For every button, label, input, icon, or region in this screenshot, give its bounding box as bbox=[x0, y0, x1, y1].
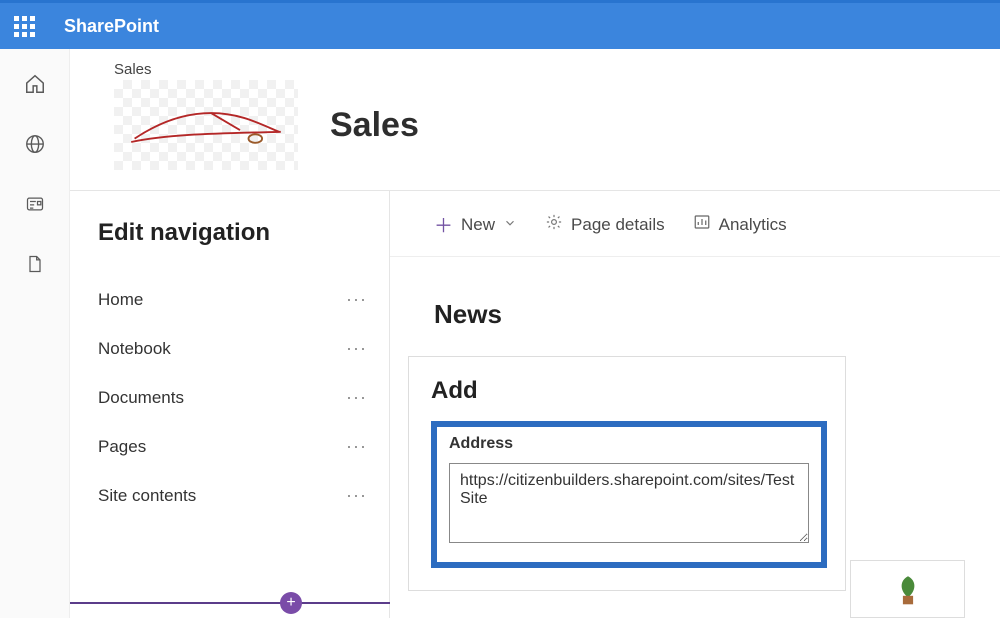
address-input[interactable] bbox=[449, 463, 809, 543]
add-card-title: Add bbox=[431, 377, 827, 405]
nav-insert-line bbox=[70, 602, 390, 604]
nav-panel-title: Edit navigation bbox=[98, 219, 367, 247]
command-bar: ＋ New Page details bbox=[390, 211, 1000, 257]
plus-icon: ＋ bbox=[434, 211, 453, 238]
nav-item-notebook[interactable]: Notebook ··· bbox=[98, 324, 367, 373]
news-card-placeholder bbox=[850, 560, 965, 618]
new-label: New bbox=[461, 215, 495, 235]
nav-item-pages[interactable]: Pages ··· bbox=[98, 422, 367, 471]
ellipsis-icon[interactable]: ··· bbox=[346, 485, 367, 506]
edit-navigation-panel: Edit navigation Home ··· Notebook ··· Do… bbox=[70, 191, 390, 618]
ellipsis-icon[interactable]: ··· bbox=[346, 338, 367, 359]
app-name-label[interactable]: SharePoint bbox=[64, 16, 159, 37]
analytics-label: Analytics bbox=[719, 215, 787, 235]
plant-icon bbox=[891, 572, 925, 606]
site-header: Sales Sales bbox=[70, 49, 1000, 191]
page-details-button[interactable]: Page details bbox=[545, 213, 665, 236]
chart-icon bbox=[693, 213, 711, 236]
site-title: Sales bbox=[330, 106, 419, 145]
nav-item-label: Pages bbox=[98, 437, 146, 457]
plus-icon: + bbox=[286, 595, 295, 611]
nav-item-label: Notebook bbox=[98, 339, 171, 359]
suite-header: SharePoint bbox=[0, 0, 1000, 49]
news-heading: News bbox=[390, 257, 1000, 356]
page-area: ＋ New Page details bbox=[390, 191, 1000, 618]
news-icon[interactable] bbox=[24, 193, 46, 215]
nav-item-label: Site contents bbox=[98, 486, 196, 506]
globe-icon[interactable] bbox=[24, 133, 46, 155]
page-details-label: Page details bbox=[571, 215, 665, 235]
add-nav-item-button[interactable]: + bbox=[280, 592, 302, 614]
app-launcher-button[interactable] bbox=[0, 3, 48, 49]
ellipsis-icon[interactable]: ··· bbox=[346, 436, 367, 457]
nav-item-home[interactable]: Home ··· bbox=[98, 275, 367, 324]
app-rail bbox=[0, 49, 70, 618]
analytics-button[interactable]: Analytics bbox=[693, 213, 787, 236]
waffle-icon bbox=[14, 16, 35, 37]
file-icon[interactable] bbox=[24, 253, 46, 275]
ellipsis-icon[interactable]: ··· bbox=[346, 387, 367, 408]
address-label: Address bbox=[449, 435, 809, 453]
site-logo[interactable] bbox=[114, 80, 298, 170]
nav-item-site-contents[interactable]: Site contents ··· bbox=[98, 471, 367, 520]
nav-item-documents[interactable]: Documents ··· bbox=[98, 373, 367, 422]
add-link-card: Add Address bbox=[408, 356, 846, 591]
nav-item-label: Documents bbox=[98, 388, 184, 408]
nav-item-label: Home bbox=[98, 290, 143, 310]
chevron-down-icon bbox=[503, 215, 517, 235]
site-breadcrumb: Sales bbox=[114, 61, 1000, 78]
gear-icon bbox=[545, 213, 563, 236]
home-icon[interactable] bbox=[24, 73, 46, 95]
ellipsis-icon[interactable]: ··· bbox=[346, 289, 367, 310]
address-highlight: Address bbox=[431, 421, 827, 568]
new-button[interactable]: ＋ New bbox=[434, 211, 517, 238]
